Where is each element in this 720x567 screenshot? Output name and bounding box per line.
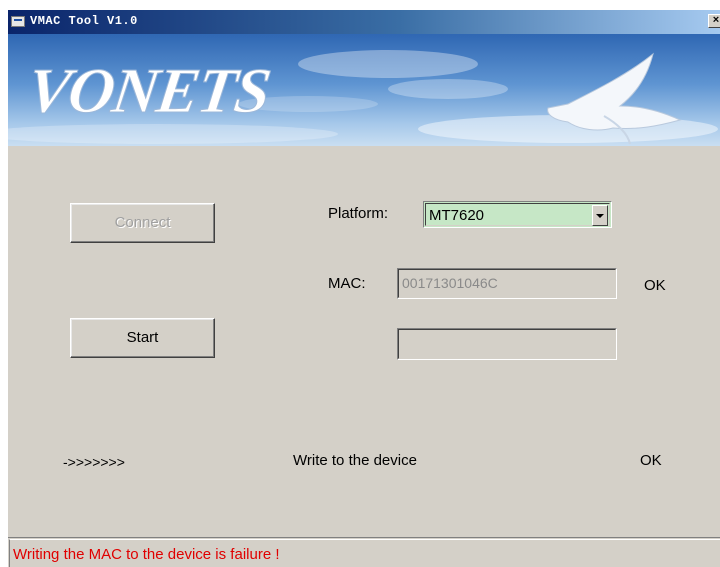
platform-select-value: MT7620 — [429, 207, 485, 224]
banner: VONETS — [8, 34, 720, 146]
mac-label: MAC: — [328, 275, 366, 292]
mac-status: OK — [644, 277, 666, 294]
progress-arrows: ->>>>>>> — [63, 454, 125, 470]
chevron-down-icon[interactable] — [592, 205, 608, 226]
vmac-tool-window: VMAC Tool V1.0 × VONETS Connect Start Pl… — [8, 10, 720, 567]
platform-label: Platform: — [328, 205, 389, 222]
connect-button[interactable]: Connect — [70, 203, 215, 243]
output-field-frame — [398, 329, 616, 359]
platform-select-frame: MT7620 — [425, 203, 610, 226]
mac-field[interactable]: 00171301046C — [397, 268, 617, 299]
dove-icon — [547, 52, 682, 145]
status-message: Writing the MAC to the device is failure… — [13, 546, 280, 563]
close-icon[interactable]: × — [708, 14, 720, 28]
write-status: OK — [640, 452, 662, 469]
window-title: VMAC Tool V1.0 — [30, 14, 138, 28]
mac-field-value: 00171301046C — [402, 275, 498, 291]
output-field[interactable] — [397, 328, 617, 360]
app-icon — [11, 16, 25, 27]
mac-field-frame: 00171301046C — [398, 269, 616, 298]
status-bar: Writing the MAC to the device is failure… — [8, 537, 720, 567]
title-bar[interactable]: VMAC Tool V1.0 × — [8, 10, 720, 34]
platform-select[interactable]: MT7620 — [423, 201, 612, 228]
status-bar-frame: Writing the MAC to the device is failure… — [9, 539, 720, 567]
start-button[interactable]: Start — [70, 318, 215, 358]
write-label: Write to the device — [293, 452, 417, 469]
